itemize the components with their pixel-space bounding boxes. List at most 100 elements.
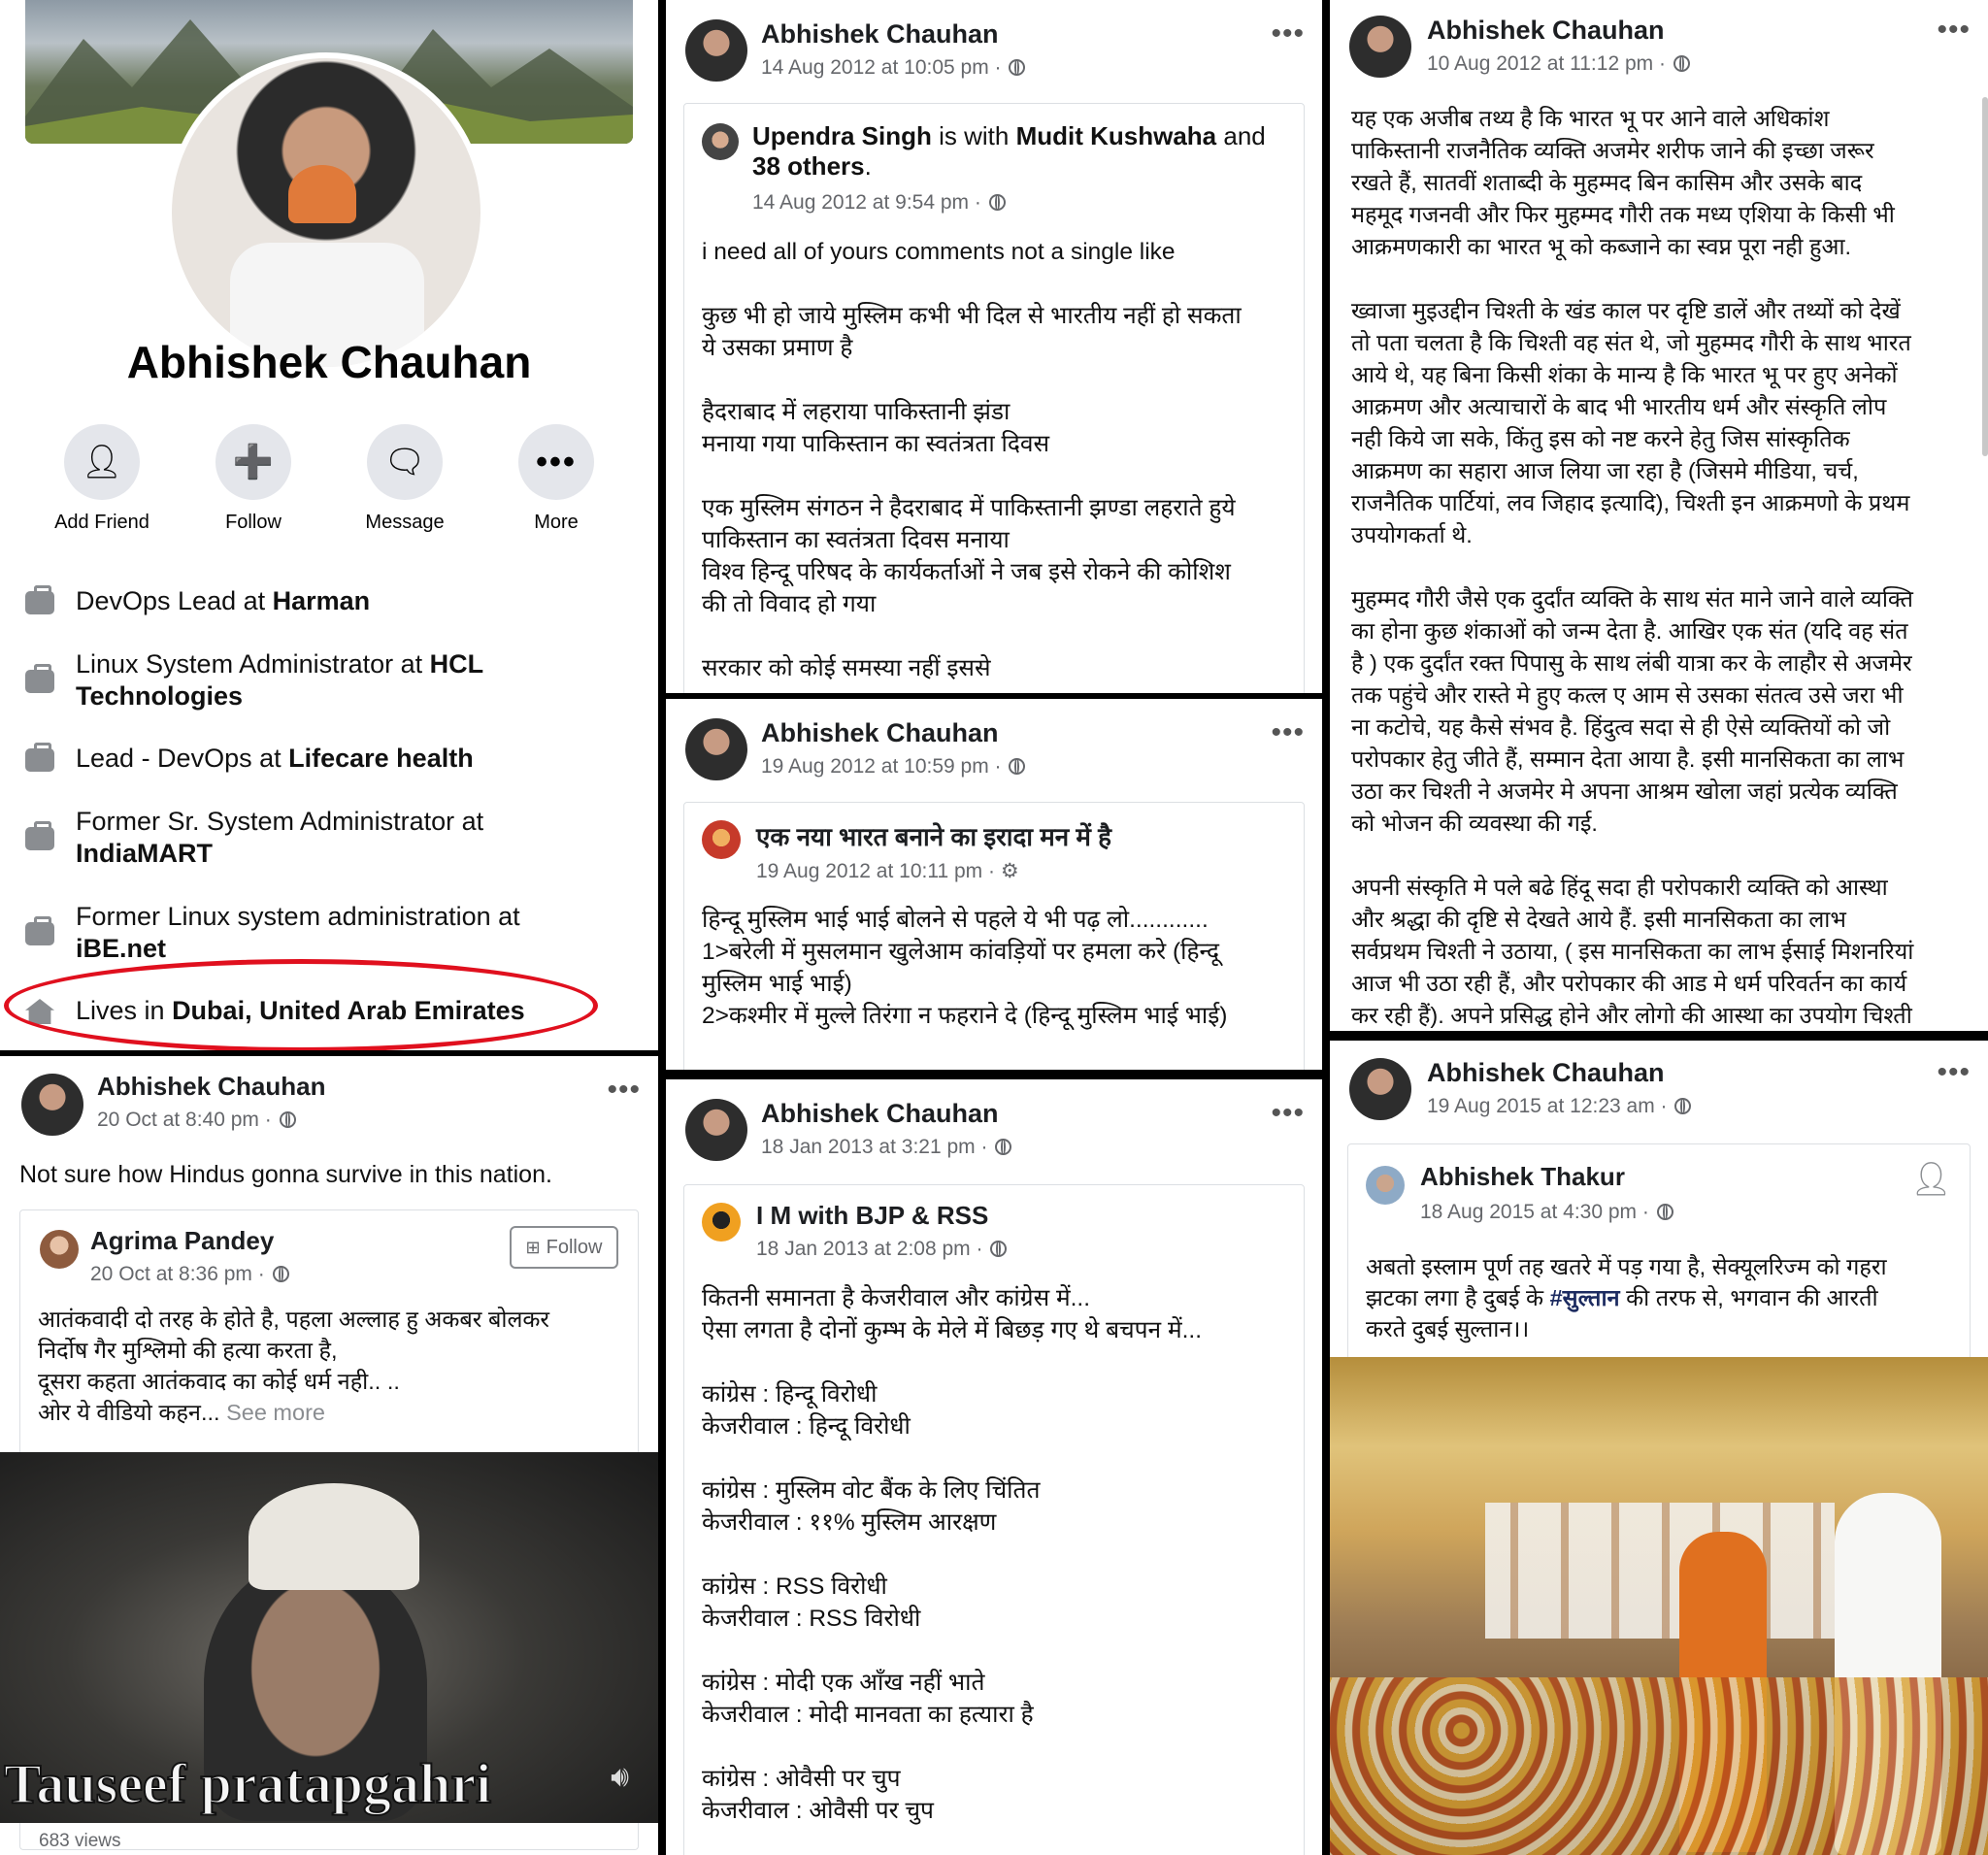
shared-timestamp[interactable]: 19 Aug 2012 at 10:11 pm ·	[756, 860, 995, 882]
message-button[interactable]: 🗨︎ Message	[342, 424, 468, 534]
profile-photo[interactable]	[166, 52, 486, 373]
work-employer-link[interactable]: iBE.net	[76, 934, 166, 963]
author-avatar[interactable]	[1349, 16, 1411, 78]
add-friend-icon: 👤︎	[81, 444, 123, 480]
shared-post[interactable]: Upendra Singh is with Mudit Kushwaha and…	[683, 103, 1305, 693]
shared-author-avatar[interactable]	[40, 1230, 79, 1269]
add-friend-button[interactable]: 👤︎ Add Friend	[39, 424, 165, 534]
shared-author[interactable]: Abhishek Thakur	[1420, 1162, 1625, 1192]
post-options-button[interactable]: •••	[1271, 1099, 1305, 1128]
shared-post[interactable]: I M with BJP & RSS 18 Jan 2013 at 2:08 p…	[683, 1184, 1305, 1855]
author-avatar[interactable]	[1349, 1058, 1411, 1120]
post-options-button[interactable]: •••	[1271, 19, 1305, 49]
shared-text: हिन्दू मुस्लिम भाई भाई बोलने से पहले ये …	[702, 907, 1228, 1029]
follow-icon: ⊞	[525, 1237, 541, 1257]
author-avatar[interactable]	[685, 718, 747, 780]
shared-author[interactable]: Agrima Pandey	[90, 1226, 274, 1256]
tagged-others[interactable]: 38 others	[752, 151, 865, 181]
post-timestamp[interactable]: 14 Aug 2012 at 10:05 pm ·	[761, 56, 1002, 79]
post-options-button[interactable]: •••	[1937, 16, 1971, 45]
post-text: यह एक अजीब तथ्य है कि भारत भू पर आने वाल…	[1351, 106, 1914, 1028]
post-author[interactable]: Abhishek Chauhan	[761, 718, 999, 748]
shared-author-avatar[interactable]	[702, 123, 739, 160]
video-player[interactable]: Tauseef pratapgahri 🔊︎	[0, 1452, 658, 1823]
follow-icon: ➕	[232, 444, 275, 480]
briefcase-icon	[25, 743, 54, 772]
volume-icon[interactable]: 🔊︎	[611, 1761, 629, 1794]
work-item: Former Linux system administration at iB…	[23, 901, 606, 965]
video-views: 683 views	[39, 1831, 121, 1851]
work-employer-link[interactable]: Harman	[273, 586, 371, 615]
post-options-button[interactable]: •••	[1937, 1058, 1971, 1087]
shared-page-avatar[interactable]	[702, 820, 741, 859]
shared-post[interactable]: एक नया भारत बनाने का इरादा मन में है 19 …	[683, 802, 1305, 1070]
post-timestamp[interactable]: 19 Aug 2015 at 12:23 am ·	[1427, 1095, 1668, 1117]
post-options-button[interactable]: •••	[1271, 718, 1305, 747]
shared-timestamp[interactable]: 18 Jan 2013 at 2:08 pm ·	[756, 1238, 983, 1260]
post-options-button[interactable]: •••	[607, 1076, 641, 1105]
more-icon: •••	[536, 443, 577, 480]
work-employer-link[interactable]: Lifecare health	[288, 744, 474, 773]
video-caption: Tauseef pratapgahri	[3, 1751, 492, 1816]
post-card: Abhishek Chauhan 19 Aug 2015 at 12:23 am…	[1330, 1041, 1988, 1855]
shared-timestamp[interactable]: 14 Aug 2012 at 9:54 pm ·	[752, 191, 981, 214]
post-card: Abhishek Chauhan 10 Aug 2012 at 11:12 pm…	[1330, 0, 1988, 1031]
author-avatar[interactable]	[685, 1099, 747, 1161]
shared-author[interactable]: I M with BJP & RSS	[756, 1201, 988, 1231]
globe-icon	[1673, 55, 1690, 72]
shared-timestamp[interactable]: 18 Aug 2015 at 4:30 pm ·	[1420, 1201, 1649, 1223]
shared-author-avatar[interactable]	[1366, 1166, 1405, 1205]
globe-icon	[1009, 758, 1026, 775]
see-more-link[interactable]: See more	[226, 1400, 325, 1425]
post-author[interactable]: Abhishek Chauhan	[761, 19, 999, 50]
work-item: Lead - DevOps at Lifecare health	[23, 743, 474, 775]
post-author[interactable]: Abhishek Chauhan	[1427, 1058, 1665, 1088]
post-card: Abhishek Chauhan 14 Aug 2012 at 10:05 pm…	[666, 0, 1322, 693]
hashtag-link[interactable]: #सुल्तान	[1550, 1285, 1620, 1310]
post-timestamp[interactable]: 19 Aug 2012 at 10:59 pm ·	[761, 755, 1002, 778]
post-author[interactable]: Abhishek Chauhan	[97, 1072, 325, 1102]
post-timestamp[interactable]: 10 Aug 2012 at 11:12 pm ·	[1427, 52, 1666, 75]
briefcase-icon	[25, 916, 54, 945]
shared-author[interactable]: Upendra Singh	[752, 121, 932, 150]
author-avatar[interactable]	[685, 19, 747, 82]
follow-page-button[interactable]: ⊞ Follow	[510, 1226, 618, 1269]
post-author[interactable]: Abhishek Chauhan	[761, 1099, 999, 1129]
work-employer-link[interactable]: IndiaMART	[76, 839, 213, 868]
globe-icon	[988, 194, 1006, 211]
shared-text: i need all of yours comments not a singl…	[702, 239, 1242, 681]
post-text: Not sure how Hindus gonna survive in thi…	[19, 1161, 552, 1188]
photo-crowd	[1485, 1503, 1835, 1639]
shared-author[interactable]: एक नया भारत बनाने का इरादा मन में है	[756, 818, 1111, 853]
add-friend-icon[interactable]: 👤︎	[1910, 1160, 1952, 1199]
post-timestamp[interactable]: 18 Jan 2013 at 3:21 pm ·	[761, 1136, 988, 1158]
work-item: Linux System Administrator at HCL Techno…	[23, 648, 606, 712]
messenger-icon: 🗨︎	[383, 444, 426, 480]
profile-panel: Abhishek Chauhan 👤︎ Add Friend ➕ Follow …	[0, 0, 658, 1050]
post-card: Abhishek Chauhan 19 Aug 2012 at 10:59 pm…	[666, 699, 1322, 1070]
profile-name: Abhishek Chauhan	[126, 337, 532, 387]
post-card: Abhishek Chauhan 20 Oct at 8:40 pm · •••…	[0, 1056, 658, 1855]
post-photo[interactable]	[1330, 1357, 1988, 1855]
globe-icon	[279, 1111, 296, 1128]
globe-icon	[1009, 59, 1026, 76]
highlight-ellipse	[4, 959, 598, 1050]
globe-icon	[995, 1139, 1012, 1155]
gear-icon: ⚙	[1000, 860, 1019, 882]
briefcase-icon	[25, 821, 54, 850]
briefcase-icon	[25, 585, 54, 614]
briefcase-icon	[25, 664, 54, 693]
globe-icon	[1656, 1204, 1673, 1220]
follow-button[interactable]: ➕ Follow	[190, 424, 316, 534]
tagged-person[interactable]: Mudit Kushwaha	[1016, 121, 1217, 150]
work-item: DevOps Lead at Harman	[23, 585, 370, 617]
shared-page-avatar[interactable]	[702, 1203, 741, 1242]
scrollbar[interactable]	[1982, 97, 1988, 456]
post-timestamp[interactable]: 20 Oct at 8:40 pm ·	[97, 1109, 272, 1131]
shared-timestamp[interactable]: 20 Oct at 8:36 pm ·	[90, 1263, 265, 1285]
more-button[interactable]: ••• More	[493, 424, 619, 534]
shared-text: अबतो इस्लाम पूर्ण तह खतरे में पड़ गया है…	[1366, 1254, 1887, 1342]
post-author[interactable]: Abhishek Chauhan	[1427, 16, 1665, 46]
globe-icon	[272, 1266, 289, 1282]
author-avatar[interactable]	[21, 1074, 83, 1136]
